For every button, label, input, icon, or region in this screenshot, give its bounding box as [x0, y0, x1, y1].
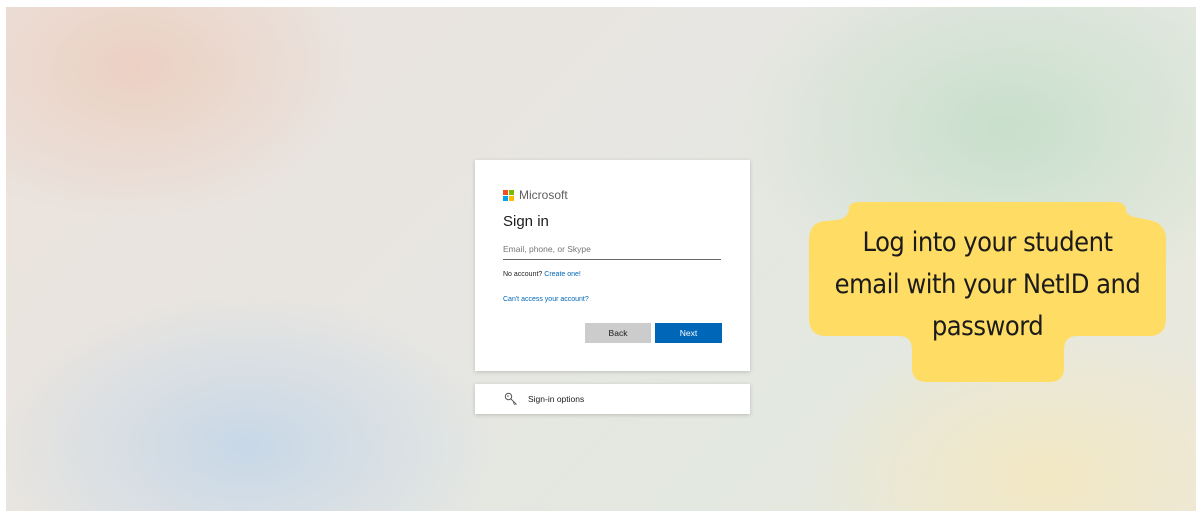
- back-button[interactable]: Back: [585, 323, 651, 343]
- signin-card: Microsoft Sign in No account? Create one…: [475, 160, 750, 371]
- next-button[interactable]: Next: [655, 323, 722, 343]
- callout-line: email with your NetID and: [834, 269, 1141, 300]
- signin-options-button[interactable]: Sign-in options: [475, 384, 750, 414]
- no-account-text: No account? Create one!: [503, 271, 581, 278]
- callout-line: password: [931, 311, 1044, 342]
- callout-text: Log into your student email with your Ne…: [809, 222, 1166, 348]
- cant-access-link[interactable]: Can't access your account?: [503, 296, 589, 303]
- email-field[interactable]: [503, 239, 721, 260]
- create-account-link[interactable]: Create one!: [544, 271, 581, 278]
- callout-line: Log into your student: [862, 227, 1113, 258]
- background-frame: Microsoft Sign in No account? Create one…: [6, 7, 1196, 511]
- signin-options-label: Sign-in options: [528, 394, 585, 404]
- page-title: Sign in: [503, 213, 549, 230]
- brand-name: Microsoft: [519, 188, 568, 202]
- key-icon: [504, 392, 518, 406]
- microsoft-logo: Microsoft: [503, 188, 568, 202]
- callout-bubble: Log into your student email with your Ne…: [809, 202, 1166, 382]
- microsoft-logo-icon: [503, 189, 514, 201]
- no-account-label: No account?: [503, 271, 543, 278]
